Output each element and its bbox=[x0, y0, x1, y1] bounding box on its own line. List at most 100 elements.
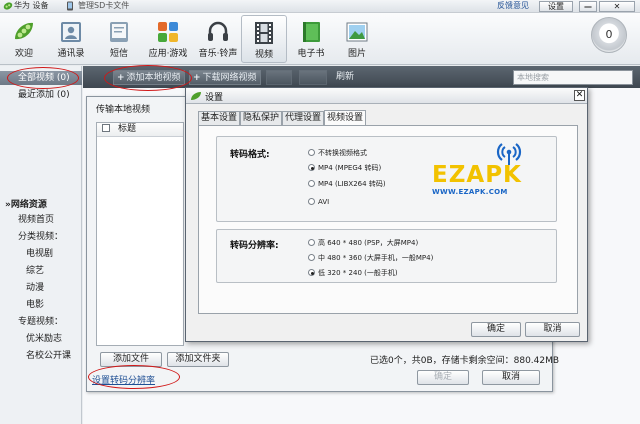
tab-basic[interactable]: 基本设置 bbox=[198, 111, 241, 125]
toolbar-item-contacts[interactable]: 通讯录 bbox=[48, 15, 94, 63]
toolbar-label: 图片 bbox=[347, 49, 366, 59]
ezapk-watermark: EZAPK WWW.EZAPK.COM bbox=[432, 140, 537, 202]
sidebar-item-special: 专题视频： bbox=[18, 317, 64, 327]
download-network-video-button[interactable]: + 下载网络视频 bbox=[189, 70, 261, 85]
settings-dialog: 设置 ✕ 基本设置 隐私保护 代理设置 视频设置 转码格式: 不转换视频格式 M… bbox=[185, 87, 588, 342]
resolution-option-low[interactable]: 低 320 * 240 (一般手机) bbox=[308, 268, 398, 278]
manage-sd-link[interactable]: 管理SD卡文件 bbox=[78, 0, 129, 12]
task-count-indicator[interactable]: 0 bbox=[591, 17, 627, 53]
sms-icon bbox=[110, 22, 128, 42]
resolution-label: 转码分辨率: bbox=[230, 241, 279, 251]
list-header: 标题 bbox=[97, 123, 183, 137]
sidebar-item-youmi[interactable]: 优米励志 bbox=[0, 332, 82, 346]
disabled-action-button bbox=[299, 70, 327, 85]
toolbar-item-welcome[interactable]: 欢迎 bbox=[1, 15, 47, 63]
sidebar-item-open-course[interactable]: 名校公开课 bbox=[0, 349, 82, 363]
peapod-app-icon bbox=[3, 2, 13, 10]
tab-proxy[interactable]: 代理设置 bbox=[282, 111, 325, 125]
local-search-input[interactable]: 本地搜索 bbox=[513, 70, 633, 85]
dialog-ok-button[interactable]: 确定 bbox=[471, 322, 521, 337]
refresh-button[interactable]: 刷新 bbox=[336, 70, 354, 84]
format-option-none[interactable]: 不转换视频格式 bbox=[308, 148, 367, 158]
film-icon bbox=[255, 22, 273, 44]
sidebar-item-all-videos[interactable]: 全部视频 (0) bbox=[0, 71, 82, 85]
main-toolbar: 欢迎 通讯录 短信 应用·游戏 音乐·铃声 视频 电子书 图片 0 bbox=[0, 13, 640, 65]
dialog-cancel-button[interactable]: 取消 bbox=[525, 322, 580, 337]
watermark-url: WWW.EZAPK.COM bbox=[432, 188, 508, 196]
plus-icon: + bbox=[193, 73, 201, 83]
resolution-group: 转码分辨率: 高 640 * 480 (PSP，大屏MP4) 中 480 * 3… bbox=[216, 229, 557, 283]
resolution-option-high[interactable]: 高 640 * 480 (PSP，大屏MP4) bbox=[308, 238, 418, 248]
peapod-icon bbox=[15, 22, 33, 40]
minimize-button[interactable]: — bbox=[579, 1, 597, 12]
panel-cancel-button[interactable]: 取消 bbox=[482, 370, 540, 385]
panel-ok-button[interactable]: 确定 bbox=[417, 370, 469, 385]
toolbar-item-sms[interactable]: 短信 bbox=[96, 15, 142, 63]
sidebar-item-tv[interactable]: 电视剧 bbox=[0, 247, 82, 261]
dialog-title: 设置 bbox=[205, 93, 224, 103]
resolution-option-medium[interactable]: 中 480 * 360 (大屏手机，一般MP4) bbox=[308, 253, 433, 263]
video-file-list[interactable]: 标题 bbox=[96, 122, 184, 346]
disabled-action-button bbox=[266, 70, 292, 85]
radio-indicator bbox=[308, 269, 315, 276]
tab-video[interactable]: 视频设置 bbox=[324, 110, 367, 125]
close-button[interactable]: ✕ bbox=[599, 1, 635, 12]
add-file-button[interactable]: 添加文件 bbox=[100, 352, 162, 367]
plus-icon: + bbox=[117, 73, 125, 83]
headphones-icon bbox=[208, 21, 228, 41]
peapod-icon bbox=[191, 92, 201, 100]
download-network-video-label: 下载网络视频 bbox=[202, 73, 257, 83]
radio-label: AVI bbox=[318, 198, 330, 206]
sidebar-item-variety[interactable]: 综艺 bbox=[0, 264, 82, 278]
dialog-title-bar: 设置 ✕ bbox=[186, 88, 587, 104]
radio-label: 中 480 * 360 (大屏手机，一般MP4) bbox=[318, 254, 434, 262]
add-local-video-label: 添加本地视频 bbox=[126, 73, 181, 83]
sidebar-item-recent[interactable]: 最近添加 (0) bbox=[0, 88, 82, 102]
radio-label: 低 320 * 240 (一般手机) bbox=[318, 269, 398, 277]
sidebar-item-anime[interactable]: 动漫 bbox=[0, 281, 82, 295]
device-name[interactable]: 华为 设备 bbox=[14, 0, 49, 12]
settings-button[interactable]: 设置 bbox=[539, 1, 573, 12]
title-bar: 华为 设备 管理SD卡文件 反馈意见 设置 — ✕ bbox=[0, 0, 640, 13]
format-option-mp4-libx264[interactable]: MP4 (LIBX264 转码) bbox=[308, 179, 386, 189]
toolbar-item-video[interactable]: 视频 bbox=[241, 15, 287, 63]
radio-indicator bbox=[308, 254, 315, 261]
network-resources-heading[interactable]: »网络资源 bbox=[0, 198, 82, 212]
video-action-bar: + 添加本地视频 + 下载网络视频 刷新 本地搜索 bbox=[83, 66, 640, 88]
radio-label: 不转换视频格式 bbox=[318, 149, 367, 157]
radio-indicator bbox=[308, 239, 315, 246]
radio-label: MP4 (LIBX264 转码) bbox=[318, 180, 386, 188]
ebook-icon bbox=[303, 22, 320, 42]
radio-indicator bbox=[308, 164, 315, 171]
sidebar-item-movie[interactable]: 电影 bbox=[0, 298, 82, 312]
radio-indicator bbox=[308, 180, 315, 187]
format-label: 转码格式: bbox=[230, 150, 270, 160]
sidebar-item-category: 分类视频： bbox=[18, 232, 64, 242]
toolbar-item-pictures[interactable]: 图片 bbox=[334, 15, 380, 63]
toolbar-item-apps[interactable]: 应用·游戏 bbox=[145, 15, 191, 63]
contacts-icon bbox=[61, 22, 81, 42]
title-column-header: 标题 bbox=[118, 124, 137, 134]
add-folder-button[interactable]: 添加文件夹 bbox=[167, 352, 229, 367]
format-option-avi[interactable]: AVI bbox=[308, 197, 329, 207]
toolbar-item-music[interactable]: 音乐·铃声 bbox=[195, 15, 241, 63]
apps-icon bbox=[158, 22, 178, 42]
sidebar-item-video-home[interactable]: 视频首页 bbox=[0, 213, 82, 227]
storage-status-text: 已选0个，共0B，存储卡剩余空间：880.42MB bbox=[370, 356, 560, 366]
radio-label: MP4 (MPEG4 转码) bbox=[318, 164, 382, 172]
panel-title: 传输本地视频 bbox=[96, 105, 151, 115]
dialog-close-button[interactable]: ✕ bbox=[574, 90, 585, 101]
picture-icon bbox=[346, 22, 368, 42]
add-local-video-button[interactable]: + 添加本地视频 bbox=[113, 70, 185, 85]
radio-label: 高 640 * 480 (PSP，大屏MP4) bbox=[318, 239, 419, 247]
feedback-link[interactable]: 反馈意见 bbox=[497, 0, 529, 12]
radio-indicator bbox=[308, 149, 315, 156]
phone-icon bbox=[67, 1, 73, 11]
tab-privacy[interactable]: 隐私保护 bbox=[240, 111, 283, 125]
watermark-brand: EZAPK bbox=[432, 162, 522, 188]
sidebar: 全部视频 (0) 最近添加 (0) »网络资源 视频首页 分类视频： 电视剧 综… bbox=[0, 66, 82, 424]
format-option-mp4-mpeg4[interactable]: MP4 (MPEG4 转码) bbox=[308, 163, 381, 173]
transcode-resolution-link[interactable]: 设置转码分辨率 bbox=[92, 373, 155, 386]
radio-indicator bbox=[308, 198, 315, 205]
select-all-checkbox[interactable] bbox=[102, 124, 110, 132]
